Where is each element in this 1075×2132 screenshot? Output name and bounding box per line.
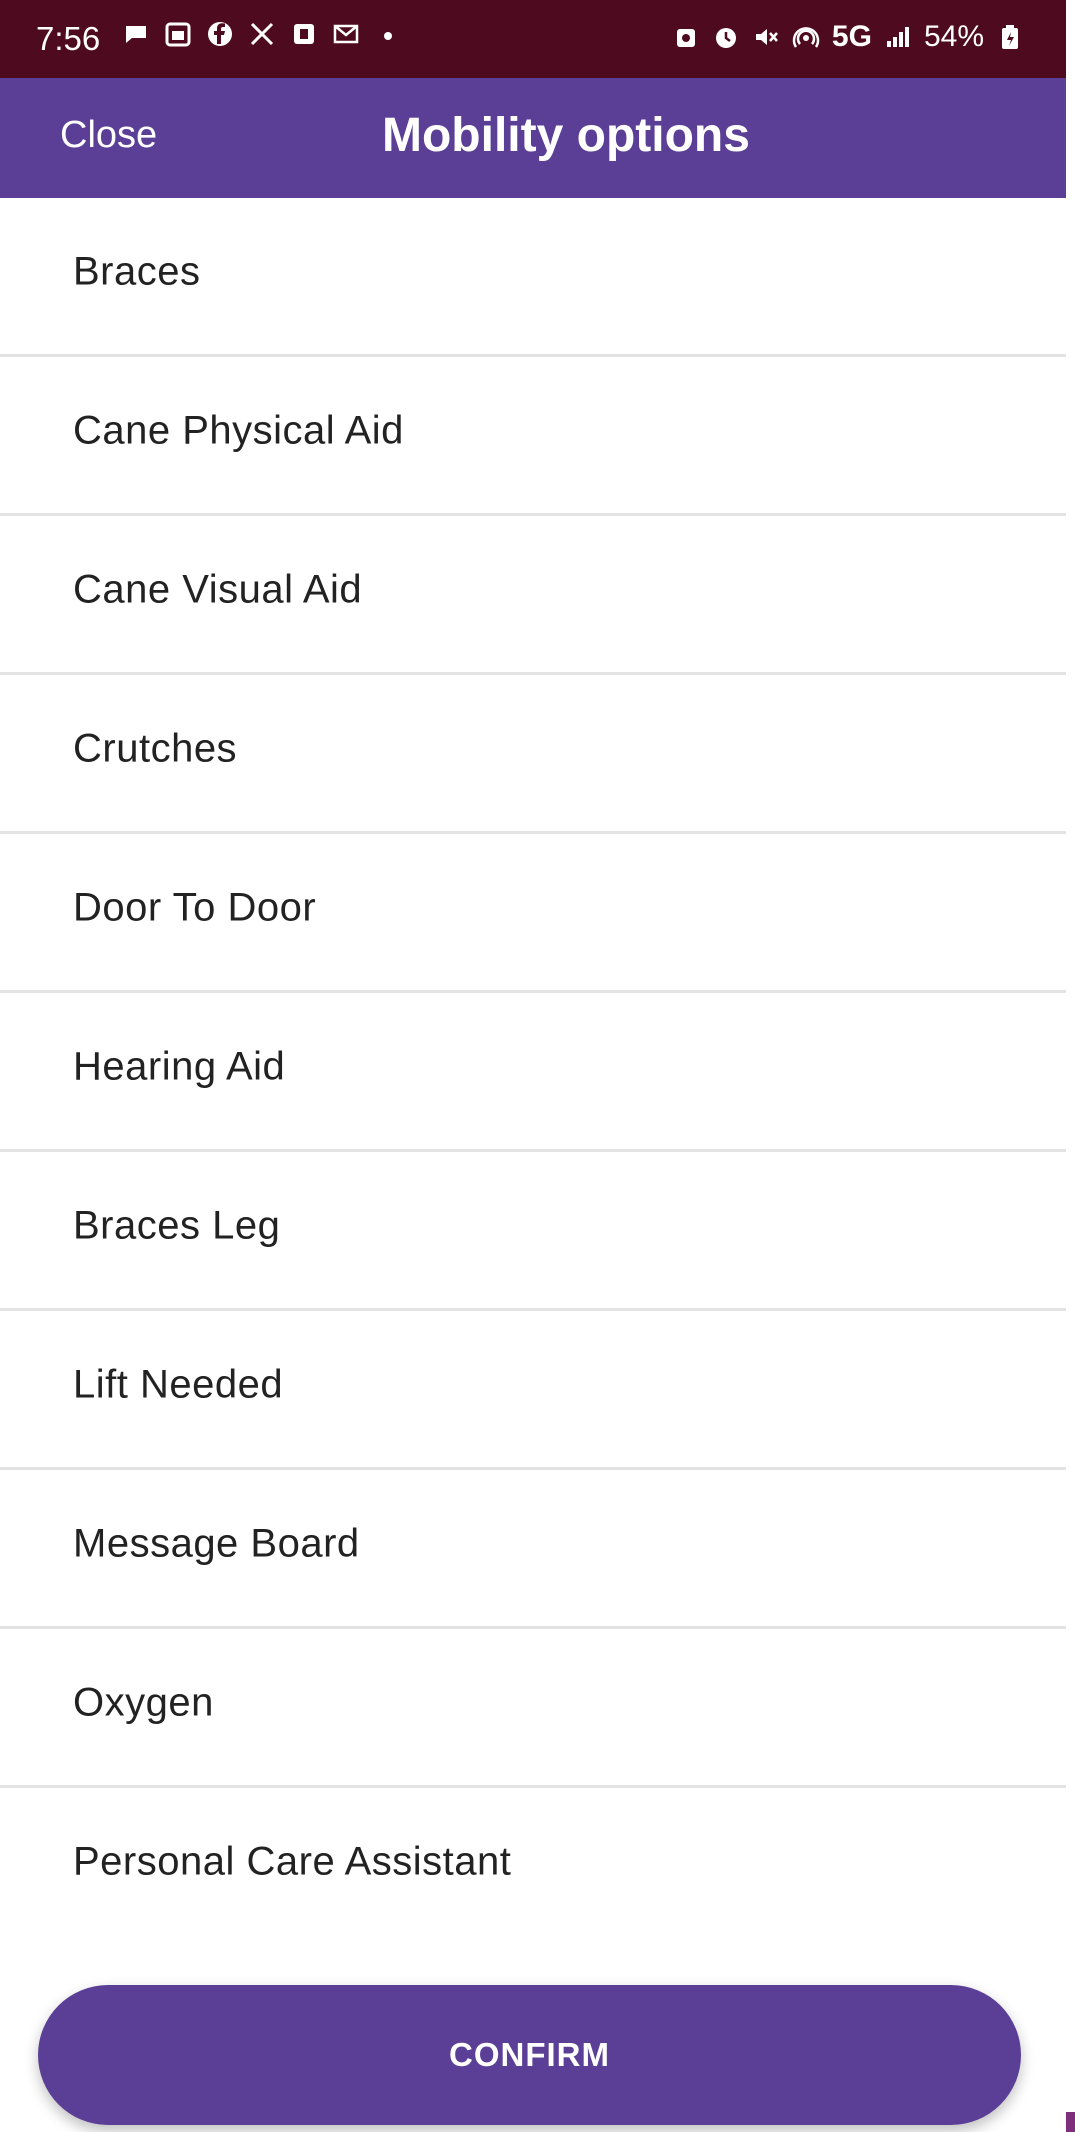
x-icon: [250, 22, 274, 46]
app-bar: Close Mobility options: [0, 78, 1066, 198]
option-label: Crutches: [73, 726, 238, 771]
option-label: Door To Door: [73, 885, 317, 930]
option-oxygen[interactable]: Oxygen: [0, 1629, 1066, 1788]
option-braces-leg[interactable]: Braces Leg: [0, 1152, 1066, 1311]
dot-icon: [384, 32, 392, 40]
gmail-icon: [333, 24, 359, 44]
status-time: 7:56: [36, 20, 101, 57]
hotspot-icon: [792, 27, 820, 48]
notification-icon: [294, 24, 314, 44]
option-personal-care-assistant[interactable]: Personal Care Assistant: [0, 1788, 1066, 1947]
option-label: Lift Needed: [73, 1362, 284, 1407]
option-cane-physical-aid[interactable]: Cane Physical Aid: [0, 357, 1066, 516]
option-label: Cane Visual Aid: [73, 567, 363, 612]
mobility-options-screen: 7:56 5G 54% Close Mobility options Brace…: [0, 0, 1066, 2132]
option-hearing-aid[interactable]: Hearing Aid: [0, 993, 1066, 1152]
option-braces[interactable]: Braces: [0, 198, 1066, 357]
close-button[interactable]: Close: [60, 114, 157, 157]
option-label: Hearing Aid: [73, 1044, 286, 1089]
status-bar: 7:56 5G 54%: [0, 0, 1066, 78]
chat-icon: [126, 26, 146, 43]
mute-icon: [755, 29, 778, 45]
option-door-to-door[interactable]: Door To Door: [0, 834, 1066, 993]
confirm-button[interactable]: CONFIRM: [38, 1985, 1021, 2125]
option-label: Personal Care Assistant: [73, 1839, 512, 1884]
alarm-icon: [715, 28, 736, 48]
option-cane-visual-aid[interactable]: Cane Visual Aid: [0, 516, 1066, 675]
option-crutches[interactable]: Crutches: [0, 675, 1066, 834]
option-message-board[interactable]: Message Board: [0, 1470, 1066, 1629]
option-lift-needed[interactable]: Lift Needed: [0, 1311, 1066, 1470]
system-icons: 5G 54%: [672, 20, 1024, 54]
battery-icon: [1002, 25, 1018, 49]
network-type: 5G: [831, 20, 872, 53]
battery-saver-icon: [676, 29, 695, 47]
battery-percent: 54%: [923, 20, 984, 53]
edge-marker: [1066, 2112, 1075, 2132]
option-label: Cane Physical Aid: [73, 408, 404, 453]
option-label: Braces Leg: [73, 1203, 281, 1248]
calendar-icon: [165, 22, 191, 47]
facebook-icon: [208, 22, 232, 46]
mobility-options-list: Braces Cane Physical Aid Cane Visual Aid…: [0, 198, 1066, 1947]
option-label: Message Board: [73, 1521, 360, 1566]
notification-icons: [122, 20, 402, 48]
signal-icon: [886, 27, 909, 47]
option-label: Braces: [73, 249, 201, 294]
screen-edge: [1066, 0, 1075, 2132]
option-label: Oxygen: [73, 1680, 214, 1725]
page-title: Mobility options: [382, 109, 750, 162]
